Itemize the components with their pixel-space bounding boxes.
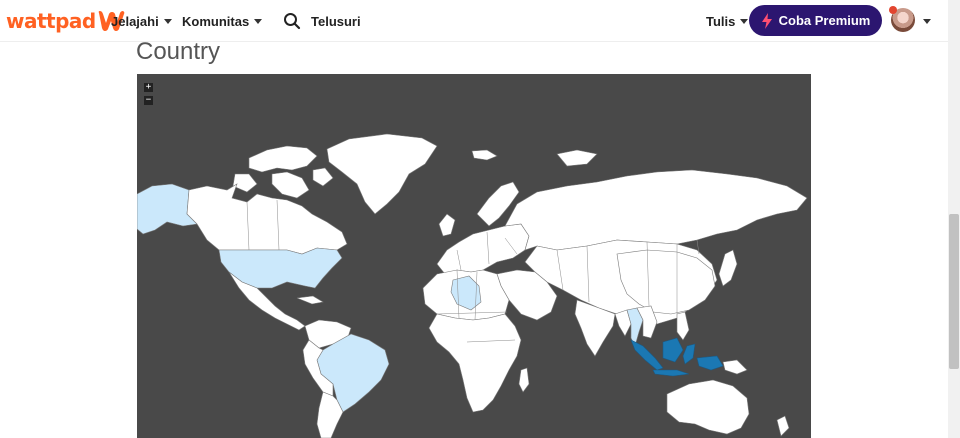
premium-label: Coba Premium	[778, 13, 871, 28]
profile-menu-toggle[interactable]	[918, 0, 931, 42]
africa-central-south	[428, 313, 522, 413]
country-indonesia-sumatra	[630, 339, 664, 371]
canada-islands-5	[471, 149, 498, 161]
canada-islands-3	[232, 173, 258, 193]
section-title: Country	[136, 38, 221, 65]
canada-islands-4	[312, 167, 334, 187]
canada-islands-2	[271, 171, 310, 199]
notification-dot	[889, 6, 897, 14]
russia-north-islands	[556, 149, 598, 167]
country-philippines	[676, 311, 690, 341]
chevron-down-icon	[163, 18, 172, 24]
country-australia	[666, 379, 750, 435]
nav-komunitas-label: Komunitas	[182, 13, 250, 29]
nav-jelajahi-label: Jelajahi	[111, 13, 159, 29]
canada-islands	[248, 145, 318, 173]
country-indonesia-borneo	[662, 337, 684, 363]
scrollbar-thumb[interactable]	[949, 214, 959, 369]
country-map[interactable]: + −	[137, 74, 811, 438]
country-indonesia-sulawesi	[682, 343, 696, 365]
world-map-svg	[137, 133, 808, 438]
country-new-zealand	[776, 415, 790, 437]
chevron-down-icon	[740, 18, 749, 24]
write-menu[interactable]: Tulis	[706, 0, 749, 42]
country-uk	[438, 213, 456, 237]
country-indonesia-java	[652, 369, 690, 377]
nav-jelajahi[interactable]: Jelajahi	[111, 0, 172, 42]
caribbean	[296, 295, 324, 305]
search-bar	[283, 9, 523, 33]
country-madagascar	[518, 367, 530, 393]
country-russia	[504, 169, 808, 251]
wattpad-logo[interactable]: wattpad	[6, 8, 127, 34]
premium-button[interactable]: Coba Premium	[749, 5, 882, 36]
country-papua-new-guinea	[722, 359, 748, 375]
search-input[interactable]	[309, 12, 493, 30]
lightning-icon	[761, 12, 772, 29]
country-canada	[186, 183, 348, 255]
country-japan	[718, 249, 738, 287]
chevron-down-icon	[923, 18, 931, 24]
country-greenland	[326, 133, 438, 215]
top-navigation-bar: wattpad Jelajahi Komunitas Tulis Coba Pr…	[0, 0, 948, 42]
search-icon[interactable]	[283, 12, 301, 30]
chevron-down-icon	[254, 18, 263, 24]
country-indonesia-papua	[696, 355, 724, 371]
logo-text: wattpad	[6, 9, 96, 33]
write-label: Tulis	[706, 13, 736, 29]
nav-komunitas[interactable]: Komunitas	[182, 0, 263, 42]
